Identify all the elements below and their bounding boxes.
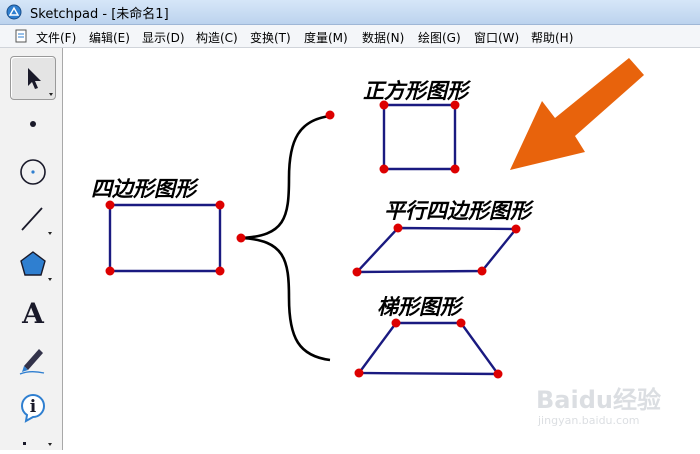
watermark-sub-text: jingyan.baidu.com: [538, 414, 640, 427]
marker-tool[interactable]: [10, 336, 56, 380]
point[interactable]: [325, 110, 335, 120]
point[interactable]: [215, 200, 225, 210]
title-bar: Sketchpad - [未命名1]: [0, 0, 700, 25]
parallelogram-shape[interactable]: [354, 226, 519, 274]
trapezoid-shape[interactable]: [356, 321, 501, 376]
straightedge-tool[interactable]: [10, 196, 56, 240]
menu-window[interactable]: 窗口(W): [474, 29, 519, 46]
svg-text:A: A: [21, 297, 45, 330]
menu-file[interactable]: 文件(F): [36, 29, 76, 46]
text-a-icon: A: [21, 297, 45, 330]
point[interactable]: [105, 200, 115, 210]
points-group: [105, 100, 521, 379]
baidu-watermark: Baidu经验 jingyan.baidu.com: [536, 380, 686, 440]
point-icon: [30, 121, 36, 127]
menu-construct[interactable]: 构造(C): [196, 29, 238, 46]
point[interactable]: [393, 223, 403, 233]
line-segment-icon: [21, 207, 52, 235]
text-tool[interactable]: A: [10, 290, 56, 334]
marker-pen-icon: [19, 349, 45, 375]
point[interactable]: [391, 318, 401, 328]
menu-graph[interactable]: 绘图(G): [418, 29, 461, 46]
window-title: Sketchpad - [未命名1]: [30, 7, 169, 22]
curly-brace[interactable]: [240, 114, 331, 362]
sketchpad-app-icon: [6, 4, 22, 20]
toolbox: A i: [0, 48, 63, 450]
polygon-tool[interactable]: [10, 242, 56, 286]
info-icon: i: [20, 394, 45, 423]
quadrilateral-shape[interactable]: [108, 203, 222, 273]
point[interactable]: [105, 266, 115, 276]
arrow-select-tool[interactable]: [10, 56, 56, 100]
custom-tool[interactable]: [10, 430, 56, 450]
point[interactable]: [456, 318, 466, 328]
point[interactable]: [450, 164, 460, 174]
menu-bar: 文件(F) 编辑(E) 显示(D) 构造(C) 变换(T) 度量(M) 数据(N…: [0, 25, 700, 48]
label-parallelogram[interactable]: 平行四边形图形: [384, 198, 535, 223]
label-square[interactable]: 正方形图形: [363, 78, 472, 103]
point[interactable]: [493, 369, 503, 379]
menu-data[interactable]: 数据(N): [362, 29, 404, 46]
point[interactable]: [215, 266, 225, 276]
orange-arrow-icon: [510, 58, 644, 170]
square-shape[interactable]: [382, 103, 457, 171]
point[interactable]: [477, 266, 487, 276]
custom-tool-icon: [23, 442, 52, 446]
point[interactable]: [236, 233, 246, 243]
pentagon-icon: [20, 251, 52, 281]
watermark-main-text: Baidu经验: [536, 386, 661, 414]
menu-transform[interactable]: 变换(T): [250, 29, 291, 46]
point[interactable]: [379, 164, 389, 174]
menu-help[interactable]: 帮助(H): [531, 29, 573, 46]
point[interactable]: [352, 267, 362, 277]
arrow-pointer-icon: [28, 68, 53, 96]
label-quadrilateral[interactable]: 四边形图形: [91, 176, 200, 201]
information-tool[interactable]: i: [10, 384, 56, 428]
menu-measure[interactable]: 度量(M): [304, 29, 348, 46]
document-icon[interactable]: [14, 29, 28, 43]
menu-display[interactable]: 显示(D): [142, 29, 185, 46]
svg-text:i: i: [30, 397, 37, 417]
circle-icon: [20, 159, 46, 185]
point[interactable]: [511, 224, 521, 234]
point-tool[interactable]: [10, 102, 56, 146]
label-trapezoid[interactable]: 梯形图形: [377, 294, 465, 319]
compass-tool[interactable]: [10, 150, 56, 194]
menu-edit[interactable]: 编辑(E): [89, 29, 130, 46]
point[interactable]: [354, 368, 364, 378]
